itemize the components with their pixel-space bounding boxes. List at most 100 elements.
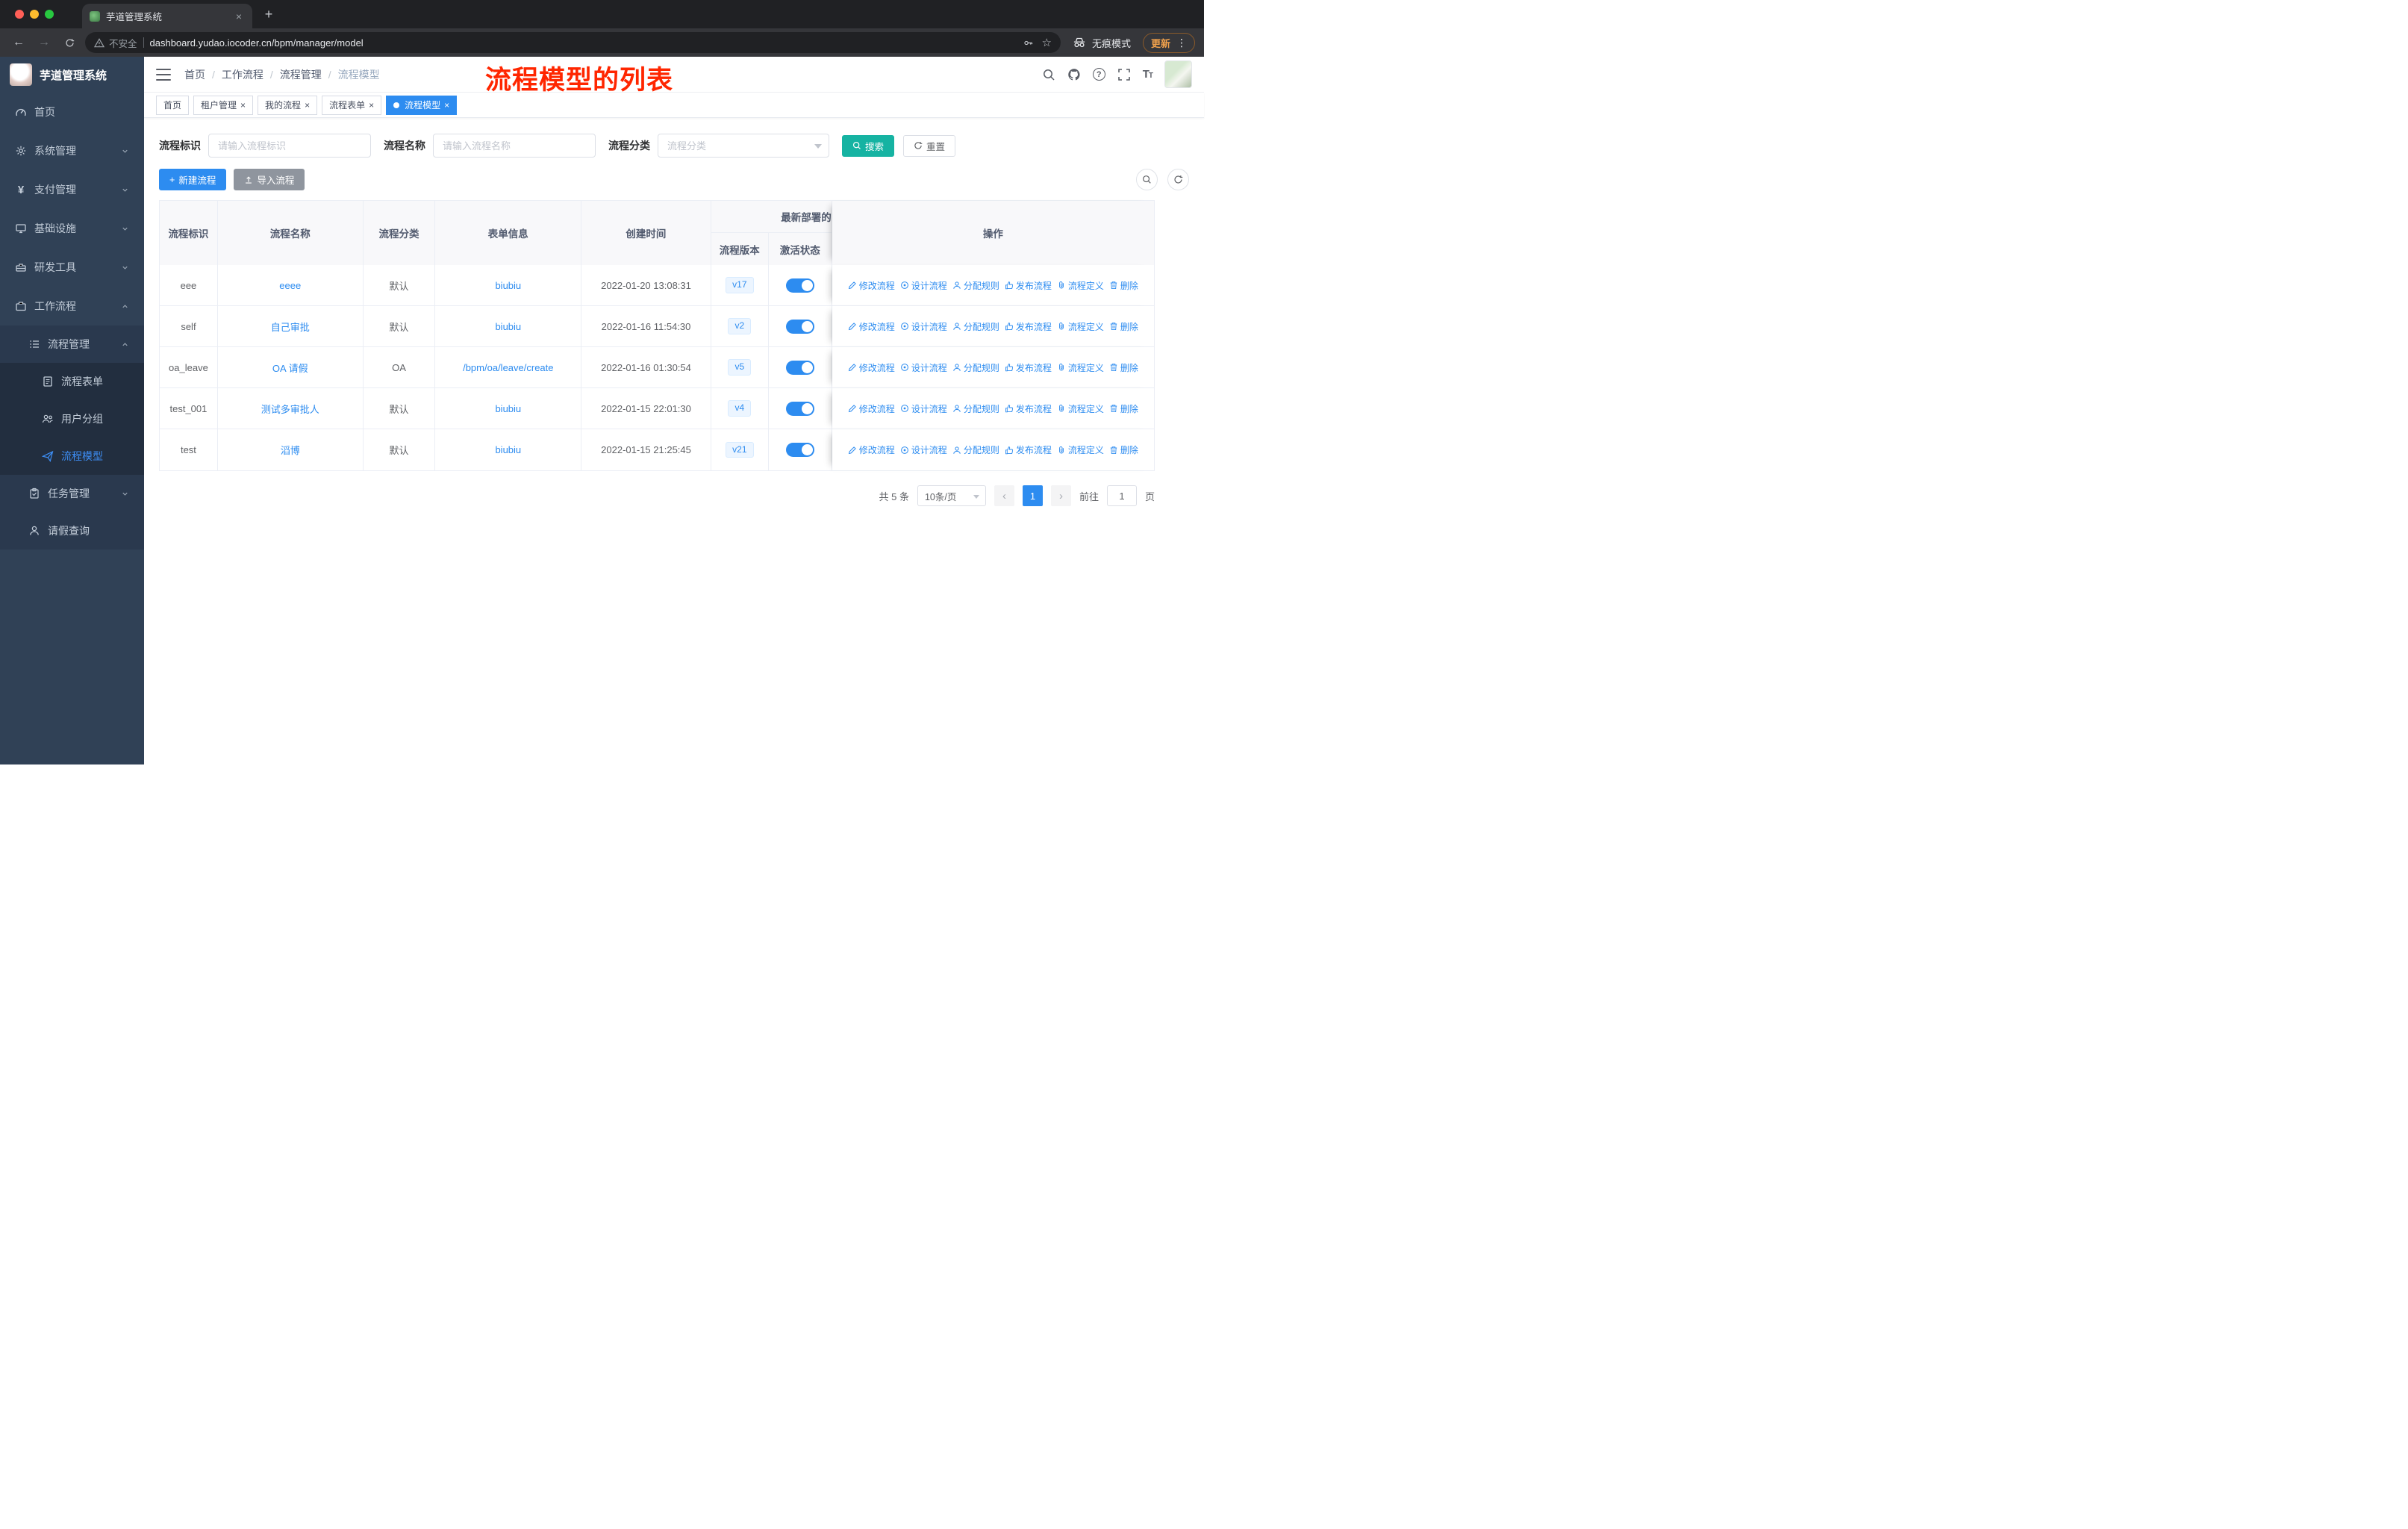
op-definition-link[interactable]: 流程定义: [1057, 361, 1104, 374]
sidebar-item-task-mgmt[interactable]: 任务管理: [0, 475, 144, 512]
collapse-sidebar-icon[interactable]: [156, 68, 171, 81]
op-delete-link[interactable]: 删除: [1109, 320, 1138, 333]
op-modify-link[interactable]: 修改流程: [848, 402, 895, 415]
tag-process-form[interactable]: 流程表单 ×: [322, 95, 382, 115]
op-publish-link[interactable]: 发布流程: [1005, 320, 1052, 333]
op-modify-link[interactable]: 修改流程: [848, 361, 895, 374]
op-definition-link[interactable]: 流程定义: [1057, 402, 1104, 415]
op-design-link[interactable]: 设计流程: [900, 402, 947, 415]
import-process-button[interactable]: 导入流程: [234, 169, 305, 190]
prev-page-button[interactable]: ‹: [994, 485, 1014, 506]
security-warning[interactable]: 不安全: [94, 36, 137, 50]
form-info-link[interactable]: biubiu: [495, 403, 521, 414]
tag-close-icon[interactable]: ×: [305, 101, 310, 110]
tag-close-icon[interactable]: ×: [240, 101, 246, 110]
op-design-link[interactable]: 设计流程: [900, 443, 947, 456]
breadcrumb-item[interactable]: 流程管理: [280, 67, 322, 82]
op-assign-rule-link[interactable]: 分配规则: [952, 320, 999, 333]
tab-close-icon[interactable]: ×: [233, 10, 245, 22]
process-name-link[interactable]: OA 请假: [272, 361, 308, 375]
browser-tab[interactable]: 芋道管理系统 ×: [82, 4, 252, 28]
form-info-link[interactable]: /bpm/oa/leave/create: [463, 362, 553, 373]
sidebar-item-process-model[interactable]: 流程模型: [0, 437, 144, 475]
sidebar-item-devtools[interactable]: 研发工具: [0, 248, 144, 287]
form-info-link[interactable]: biubiu: [495, 444, 521, 455]
browser-menu-icon[interactable]: ⋮: [1176, 37, 1187, 49]
op-modify-link[interactable]: 修改流程: [848, 320, 895, 333]
op-publish-link[interactable]: 发布流程: [1005, 402, 1052, 415]
close-window-button[interactable]: [15, 10, 24, 19]
active-toggle[interactable]: [785, 443, 814, 457]
op-design-link[interactable]: 设计流程: [900, 361, 947, 374]
search-icon[interactable]: [1042, 68, 1055, 81]
process-name-input[interactable]: [433, 134, 596, 158]
op-definition-link[interactable]: 流程定义: [1057, 279, 1104, 292]
fullscreen-icon[interactable]: [1117, 68, 1131, 81]
tag-my-process[interactable]: 我的流程 ×: [258, 95, 318, 115]
password-key-icon[interactable]: [1023, 38, 1033, 48]
tag-close-icon[interactable]: ×: [444, 101, 449, 110]
sidebar-item-workflow[interactable]: 工作流程: [0, 287, 144, 326]
font-size-icon[interactable]: TT: [1143, 68, 1153, 81]
github-icon[interactable]: [1067, 68, 1081, 81]
sidebar-item-infra[interactable]: 基础设施: [0, 209, 144, 248]
form-info-link[interactable]: biubiu: [495, 321, 521, 332]
page-1-button[interactable]: 1: [1022, 485, 1043, 506]
reset-button[interactable]: 重置: [903, 134, 956, 157]
op-design-link[interactable]: 设计流程: [900, 279, 947, 292]
sidebar-item-home[interactable]: 首页: [0, 93, 144, 131]
create-process-button[interactable]: + 新建流程: [159, 169, 227, 190]
page-size-select[interactable]: 10条/页: [917, 485, 986, 506]
back-icon[interactable]: ←: [9, 33, 28, 52]
process-name-link[interactable]: 测试多审批人: [261, 402, 319, 416]
sidebar-item-leave-query[interactable]: 请假查询: [0, 512, 144, 549]
category-select[interactable]: [658, 134, 829, 158]
op-definition-link[interactable]: 流程定义: [1057, 320, 1104, 333]
sidebar-item-payment[interactable]: ¥ 支付管理: [0, 170, 144, 209]
tag-process-model[interactable]: 流程模型 ×: [386, 95, 458, 115]
next-page-button[interactable]: ›: [1050, 485, 1071, 506]
op-publish-link[interactable]: 发布流程: [1005, 279, 1052, 292]
sidebar-item-process-mgmt[interactable]: 流程管理: [0, 326, 144, 363]
tag-close-icon[interactable]: ×: [369, 101, 374, 110]
forward-icon[interactable]: →: [34, 33, 54, 52]
op-assign-rule-link[interactable]: 分配规则: [952, 361, 999, 374]
search-button[interactable]: 搜索: [842, 134, 895, 157]
op-assign-rule-link[interactable]: 分配规则: [952, 443, 999, 456]
url-text[interactable]: dashboard.yudao.iocoder.cn/bpm/manager/m…: [150, 37, 1017, 49]
user-avatar[interactable]: [1164, 60, 1192, 88]
goto-page-input[interactable]: [1106, 485, 1137, 506]
tag-tenant[interactable]: 租户管理 ×: [193, 95, 254, 115]
process-name-link[interactable]: 自己审批: [271, 320, 310, 334]
address-bar[interactable]: 不安全 dashboard.yudao.iocoder.cn/bpm/manag…: [85, 32, 1061, 53]
form-info-link[interactable]: biubiu: [495, 280, 521, 291]
active-toggle[interactable]: [785, 278, 814, 293]
new-tab-button[interactable]: +: [258, 4, 279, 25]
active-toggle[interactable]: [785, 401, 814, 416]
sidebar-item-process-form[interactable]: 流程表单: [0, 363, 144, 400]
reload-icon[interactable]: [60, 33, 79, 52]
op-delete-link[interactable]: 删除: [1109, 361, 1138, 374]
op-delete-link[interactable]: 删除: [1109, 402, 1138, 415]
toggle-search-button[interactable]: [1136, 169, 1158, 190]
op-assign-rule-link[interactable]: 分配规则: [952, 279, 999, 292]
process-name-link[interactable]: eeee: [279, 280, 301, 291]
op-modify-link[interactable]: 修改流程: [848, 443, 895, 456]
op-publish-link[interactable]: 发布流程: [1005, 443, 1052, 456]
op-design-link[interactable]: 设计流程: [900, 320, 947, 333]
sidebar-item-user-group[interactable]: 用户分组: [0, 400, 144, 437]
op-delete-link[interactable]: 删除: [1109, 443, 1138, 456]
op-definition-link[interactable]: 流程定义: [1057, 443, 1104, 456]
breadcrumb-item[interactable]: 工作流程: [222, 67, 263, 82]
process-key-input[interactable]: [208, 134, 371, 158]
op-publish-link[interactable]: 发布流程: [1005, 361, 1052, 374]
help-icon[interactable]: ?: [1092, 68, 1105, 81]
op-delete-link[interactable]: 删除: [1109, 279, 1138, 292]
browser-update-button[interactable]: 更新 ⋮: [1142, 32, 1195, 53]
zoom-window-button[interactable]: [45, 10, 54, 19]
bookmark-star-icon[interactable]: ☆: [1042, 36, 1052, 49]
op-modify-link[interactable]: 修改流程: [848, 279, 895, 292]
op-assign-rule-link[interactable]: 分配规则: [952, 402, 999, 415]
process-name-link[interactable]: 滔博: [281, 443, 300, 457]
active-toggle[interactable]: [785, 360, 814, 375]
